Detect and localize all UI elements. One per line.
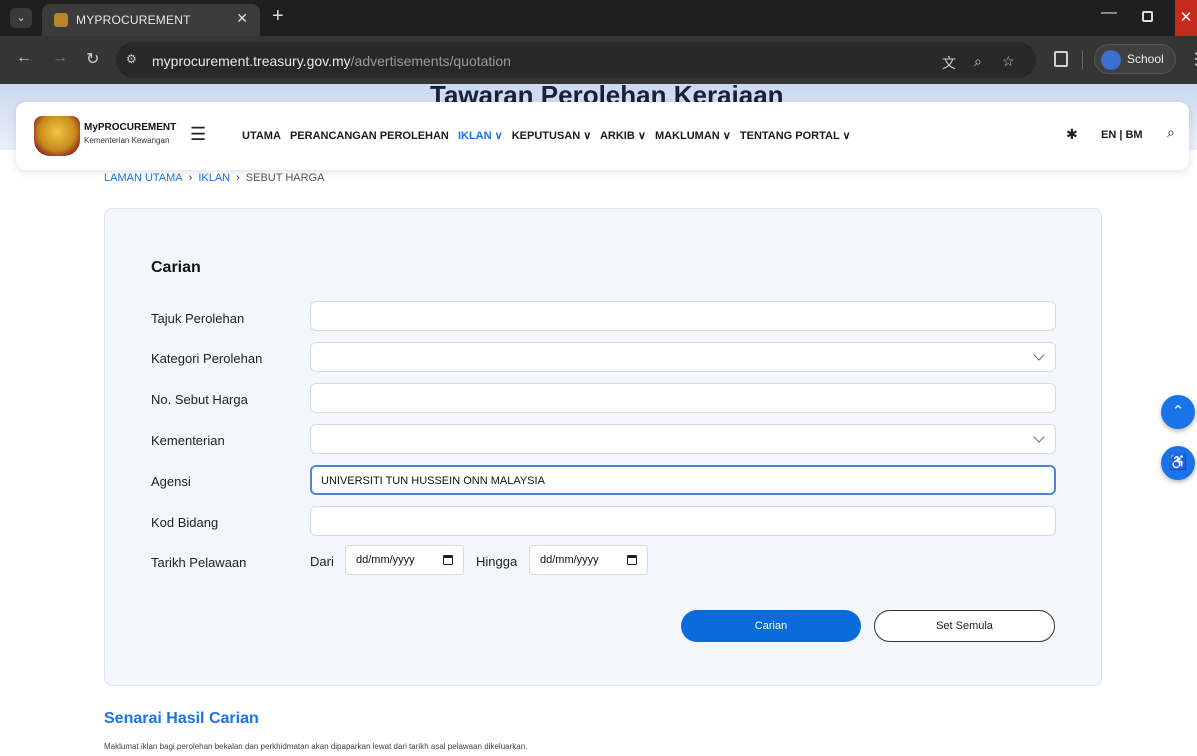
date-from-input[interactable]: dd/mm/yyyy — [345, 545, 464, 575]
profile-name: School — [1127, 52, 1164, 66]
avatar — [1101, 50, 1121, 70]
date-to-input[interactable]: dd/mm/yyyy — [529, 545, 648, 575]
minimize-icon[interactable]: — — [1101, 4, 1117, 22]
toolbar-divider — [1082, 51, 1083, 69]
url-input[interactable]: ⚙ myprocurement.treasury.gov.my/advertis… — [116, 42, 1036, 78]
menu-item-tentang[interactable]: TENTANG PORTAL ∨ — [740, 130, 851, 142]
chevron-down-icon — [1033, 349, 1045, 361]
breadcrumb: LAMAN UTAMA › IKLAN › SEBUT HARGA — [104, 172, 324, 184]
label-no-sebut-harga: No. Sebut Harga — [151, 392, 248, 407]
kementerian-select[interactable] — [310, 424, 1056, 454]
menu-item-keputusan[interactable]: KEPUTUSAN ∨ — [512, 130, 592, 142]
date-to-label: Hingga — [476, 554, 518, 569]
breadcrumb-home[interactable]: LAMAN UTAMA — [104, 172, 183, 184]
search-icon[interactable]: ⌕ — [1167, 124, 1175, 141]
address-bar: ← → ↻ ⚙ myprocurement.treasury.gov.my/ad… — [0, 36, 1197, 84]
search-title: Carian — [151, 259, 201, 276]
tajuk-input[interactable] — [310, 301, 1056, 331]
profile-button[interactable]: School — [1094, 44, 1176, 74]
chevron-down-icon — [1033, 431, 1045, 443]
bookmark-star-icon[interactable]: ☆ — [1002, 53, 1015, 70]
site-info-icon[interactable]: ⚙ — [126, 52, 142, 68]
label-kod-bidang: Kod Bidang — [151, 515, 219, 530]
tab-title: MYPROCUREMENT — [76, 13, 191, 27]
government-crest-logo[interactable] — [34, 116, 80, 156]
reload-icon[interactable]: ↻ — [86, 49, 99, 69]
browser-menu-icon[interactable]: ⋮ — [1188, 49, 1197, 69]
menu-item-iklan[interactable]: IKLAN ∨ — [458, 130, 503, 142]
favicon-icon — [54, 13, 68, 27]
kategori-select[interactable] — [310, 342, 1056, 372]
zoom-icon[interactable]: ⌕ — [974, 53, 982, 70]
breadcrumb-iklan[interactable]: IKLAN — [198, 172, 230, 184]
browser-tab[interactable]: MYPROCUREMENT ✕ — [42, 4, 260, 36]
menu-item-makluman[interactable]: MAKLUMAN ∨ — [655, 130, 731, 142]
label-tajuk: Tajuk Perolehan — [151, 311, 245, 326]
brand-subtitle: Kementerian Kewangan — [84, 136, 170, 145]
restore-icon[interactable] — [1142, 11, 1153, 22]
label-kategori: Kategori Perolehan — [151, 351, 263, 366]
main-menu: UTAMA PERANCANGAN PEROLEHAN IKLAN ∨ KEPU… — [242, 129, 857, 142]
language-switch[interactable]: EN | BM — [1101, 129, 1143, 141]
calendar-icon[interactable] — [627, 555, 637, 565]
calendar-icon[interactable] — [443, 555, 453, 565]
date-from-label: Dari — [310, 554, 334, 569]
new-tab-icon[interactable]: + — [272, 5, 284, 28]
agensi-input[interactable]: UNIVERSITI TUN HUSSEIN ONN MALAYSIA — [310, 465, 1056, 495]
menu-item-perancangan[interactable]: PERANCANGAN PEROLEHAN — [290, 130, 449, 142]
back-icon[interactable]: ← — [16, 49, 32, 67]
brand-name[interactable]: MyPROCUREMENT — [84, 122, 176, 133]
site-header: MyPROCUREMENT Kementerian Kewangan ☰ UTA… — [16, 102, 1189, 170]
accessibility-icon[interactable]: ♿ — [1161, 446, 1195, 480]
reset-button[interactable]: Set Semula — [874, 610, 1055, 642]
translate-icon[interactable]: 文 — [942, 53, 956, 73]
hamburger-menu-icon[interactable]: ☰ — [190, 124, 206, 145]
menu-item-utama[interactable]: UTAMA — [242, 130, 281, 142]
settings-gear-icon[interactable]: ✱ — [1066, 126, 1078, 143]
url-text: myprocurement.treasury.gov.my/advertisem… — [152, 53, 511, 69]
results-note: Maklumat iklan bagi perolehan bekalan da… — [104, 742, 528, 751]
date-to-value: dd/mm/yyyy — [540, 554, 599, 566]
date-from-value: dd/mm/yyyy — [356, 554, 415, 566]
tab-search-icon[interactable]: ⌄ — [10, 8, 32, 28]
forward-icon[interactable]: → — [52, 49, 68, 67]
extensions-icon[interactable] — [1054, 51, 1068, 67]
browser-tabbar: ⌄ MYPROCUREMENT ✕ + — ✕ — [0, 0, 1197, 36]
breadcrumb-current: SEBUT HARGA — [245, 172, 325, 184]
label-kementerian: Kementerian — [151, 433, 225, 448]
results-title: Senarai Hasil Carian — [104, 710, 259, 727]
search-button[interactable]: Carian — [681, 610, 861, 642]
kod-bidang-input[interactable] — [310, 506, 1056, 536]
menu-item-arkib[interactable]: ARKIB ∨ — [600, 130, 646, 142]
breadcrumb-separator-icon: › — [188, 172, 193, 184]
breadcrumb-separator-icon: › — [236, 172, 240, 184]
search-panel: Carian Tajuk Perolehan Kategori Peroleha… — [104, 208, 1102, 686]
label-agensi: Agensi — [151, 474, 191, 489]
scroll-top-icon[interactable]: ⌃ — [1161, 395, 1195, 429]
no-sebut-harga-input[interactable] — [310, 383, 1056, 413]
label-tarikh-pelawaan: Tarikh Pelawaan — [151, 555, 247, 570]
close-tab-icon[interactable]: ✕ — [236, 10, 248, 27]
window-close-icon[interactable]: ✕ — [1175, 0, 1197, 36]
